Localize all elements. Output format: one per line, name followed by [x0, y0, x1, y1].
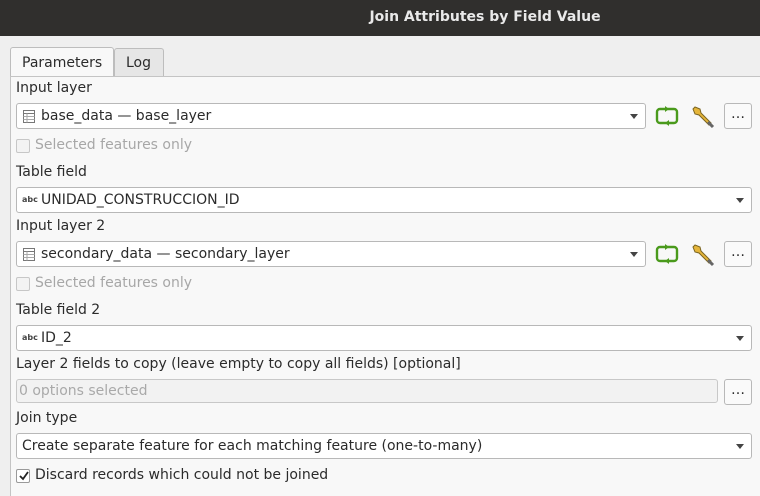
- layer2-fields-placeholder: 0 options selected: [19, 383, 148, 399]
- layer2-fields-label: Layer 2 fields to copy (leave empty to c…: [16, 356, 461, 372]
- input-layer-more-button[interactable]: …: [724, 103, 752, 129]
- iterate-icon[interactable]: [653, 241, 681, 267]
- input-layer-2-combo[interactable]: secondary_data — secondary_layer: [16, 241, 646, 267]
- join-type-combo[interactable]: Create separate feature for each matchin…: [16, 433, 752, 459]
- table-field-2-value: ID_2: [41, 330, 72, 346]
- input-layer-2-selected-only-label: Selected features only: [35, 275, 193, 291]
- table-layer-icon: [23, 110, 35, 123]
- discard-checkbox[interactable]: [16, 469, 30, 483]
- join-type-value: Create separate feature for each matchin…: [22, 438, 483, 454]
- input-layer-label: Input layer: [16, 80, 92, 96]
- iterate-icon[interactable]: [653, 103, 681, 129]
- table-field-label: Table field: [16, 164, 87, 180]
- input-layer-2-more-button[interactable]: …: [724, 241, 752, 267]
- input-layer-2-label: Input layer 2: [16, 218, 106, 234]
- tab-parameters[interactable]: Parameters: [10, 47, 114, 76]
- table-field-combo[interactable]: abc UNIDAD_CONSTRUCCION_ID: [16, 187, 752, 213]
- window-title: Join Attributes by Field Value: [369, 9, 601, 25]
- table-field-2-combo[interactable]: abc ID_2: [16, 325, 752, 351]
- input-layer-2-value: secondary_data — secondary_layer: [41, 246, 290, 262]
- tab-log[interactable]: Log: [114, 48, 164, 76]
- table-field-value: UNIDAD_CONSTRUCCION_ID: [41, 192, 240, 208]
- layer2-fields-input[interactable]: 0 options selected: [16, 379, 718, 403]
- chevron-down-icon: [736, 444, 744, 449]
- input-layer-combo[interactable]: base_data — base_layer: [16, 103, 646, 129]
- text-field-icon: abc: [22, 333, 38, 342]
- chevron-down-icon: [630, 252, 638, 257]
- chevron-down-icon: [736, 336, 744, 341]
- discard-label: Discard records which could not be joine…: [35, 467, 329, 483]
- text-field-icon: abc: [22, 195, 38, 204]
- layer2-fields-more-button[interactable]: …: [724, 379, 752, 405]
- input-layer-selected-only-label: Selected features only: [35, 137, 193, 153]
- checkmark-icon: [19, 471, 29, 481]
- wrench-icon[interactable]: [689, 103, 717, 129]
- chevron-down-icon: [630, 114, 638, 119]
- wrench-icon[interactable]: [689, 241, 717, 267]
- input-layer-2-selected-only-checkbox[interactable]: [16, 277, 30, 291]
- input-layer-selected-only-checkbox[interactable]: [16, 139, 30, 153]
- chevron-down-icon: [736, 198, 744, 203]
- table-field-2-label: Table field 2: [16, 302, 101, 318]
- table-layer-icon: [23, 248, 35, 261]
- join-type-label: Join type: [16, 410, 78, 426]
- input-layer-value: base_data — base_layer: [41, 108, 212, 124]
- title-bar: Join Attributes by Field Value: [0, 0, 760, 36]
